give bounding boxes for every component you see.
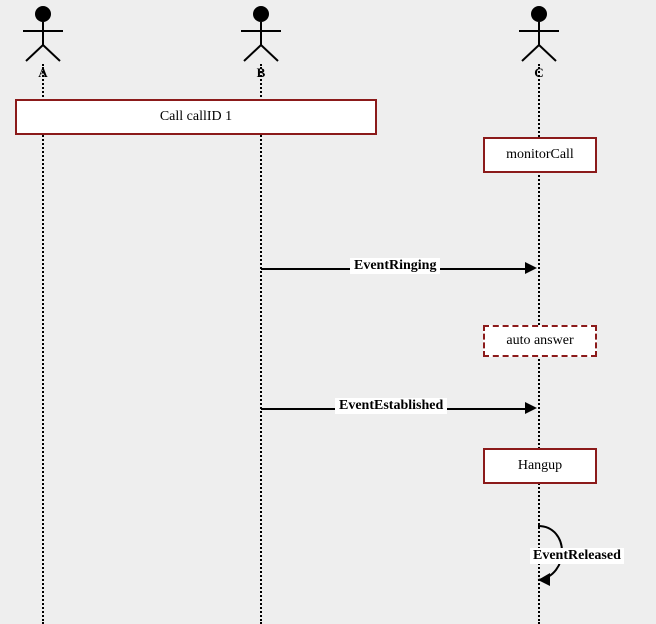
actor-A-label: A xyxy=(18,65,68,81)
stickman-icon xyxy=(514,5,564,63)
hangup-box-label: Hangup xyxy=(518,458,562,474)
msg-ringing-label: EventRinging xyxy=(350,258,440,274)
autoAnswer-box-label: auto answer xyxy=(506,333,573,349)
msg-ringing-arrowhead xyxy=(525,262,537,274)
actor-C: C xyxy=(514,5,564,81)
lifeline-A xyxy=(42,64,44,624)
msg-established-label: EventEstablished xyxy=(335,398,447,414)
actor-B: B xyxy=(236,5,286,81)
actor-B-label: B xyxy=(236,65,286,81)
stickman-icon xyxy=(18,5,68,63)
autoAnswer-box: auto answer xyxy=(483,325,597,357)
hangup-box: Hangup xyxy=(483,448,597,484)
actor-C-label: C xyxy=(514,65,564,81)
lifeline-B xyxy=(260,64,262,624)
call-box-label: Call callID 1 xyxy=(160,109,232,125)
stickman-icon xyxy=(236,5,286,63)
msg-released-label: EventReleased xyxy=(530,548,624,564)
sequence-diagram: A B C Call callID 1 monitorCall auto ans… xyxy=(0,0,656,624)
actor-A: A xyxy=(18,5,68,81)
monitorCall-box: monitorCall xyxy=(483,137,597,173)
call-box: Call callID 1 xyxy=(15,99,377,135)
msg-established-arrowhead xyxy=(525,402,537,414)
monitorCall-box-label: monitorCall xyxy=(506,147,574,163)
